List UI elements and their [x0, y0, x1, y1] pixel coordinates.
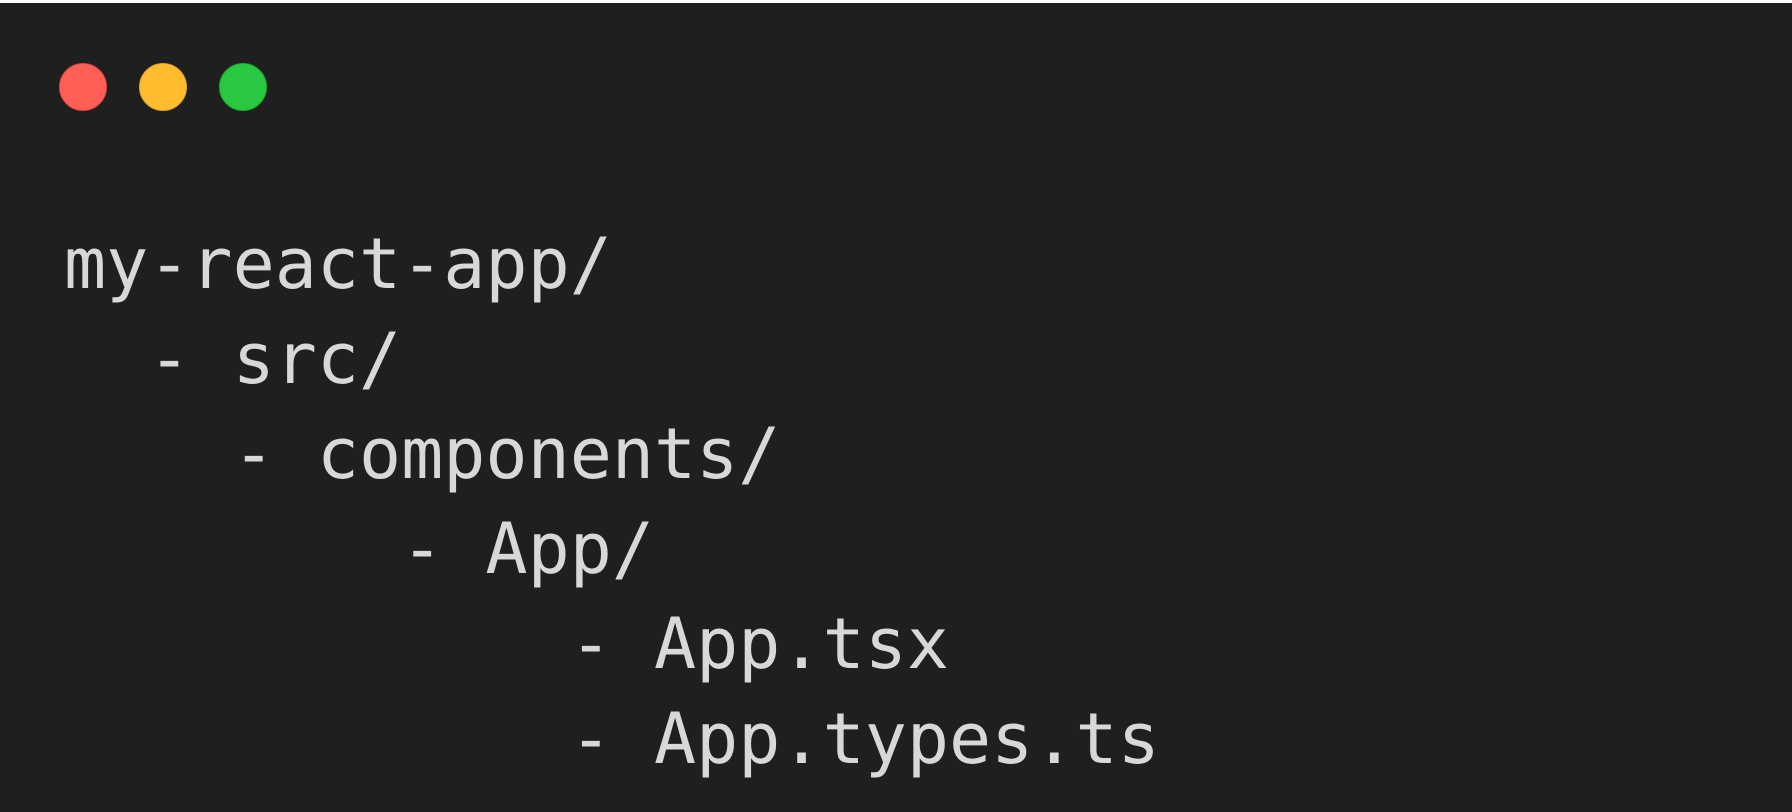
- code-line-app-tsx: - App.tsx: [64, 603, 950, 685]
- code-window: my-react-app/ - src/ - components/ - App…: [0, 3, 1792, 812]
- code-line-app-types: - App.types.ts: [64, 698, 1160, 780]
- minimize-button[interactable]: [139, 63, 187, 111]
- code-line-components: - components/: [64, 413, 781, 495]
- close-button[interactable]: [59, 63, 107, 111]
- code-line-app-folder: - App/: [64, 508, 655, 590]
- maximize-button[interactable]: [219, 63, 267, 111]
- code-line-root: my-react-app/: [64, 223, 612, 305]
- code-line-src: - src/: [64, 318, 402, 400]
- code-block: my-react-app/ - src/ - components/ - App…: [64, 217, 1160, 787]
